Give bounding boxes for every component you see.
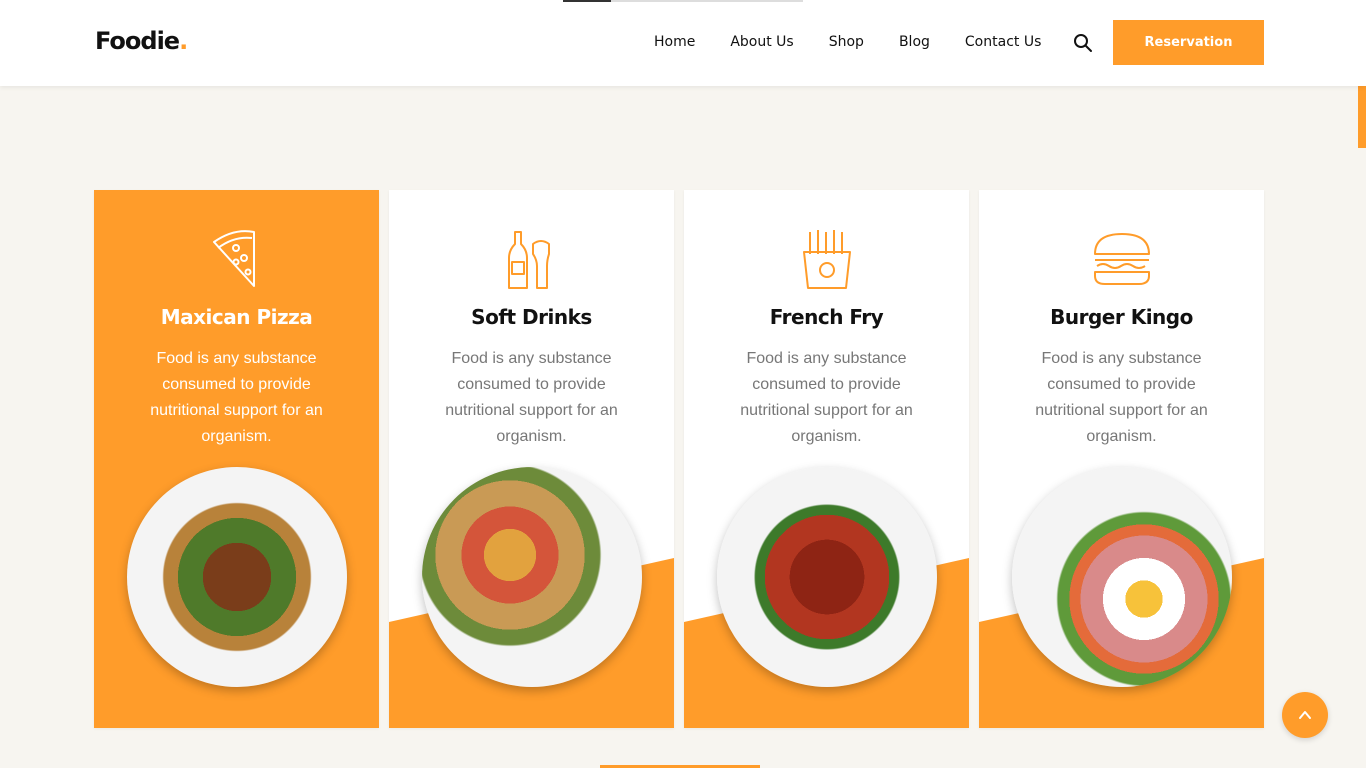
dish-image-wings: [717, 467, 937, 687]
card-title: Soft Drinks: [471, 305, 592, 329]
dish-image-breakfast: [1012, 467, 1232, 687]
main-nav: Home About Us Shop Blog Contact Us: [654, 34, 1041, 50]
menu-card-french-fry[interactable]: French Fry Food is any substance consume…: [684, 190, 969, 728]
card-title: Maxican Pizza: [160, 305, 313, 329]
menu-card-soft-drinks[interactable]: Soft Drinks Food is any substance consum…: [389, 190, 674, 728]
reservation-button[interactable]: Reservation: [1113, 20, 1264, 65]
site-header: Foodie. Home About Us Shop Blog Contact …: [0, 0, 1366, 86]
french-fry-icon: [803, 230, 851, 289]
nav-shop[interactable]: Shop: [829, 34, 864, 50]
page-progress-bar: [563, 0, 803, 2]
dish-image-platter: [422, 467, 642, 687]
card-description: Food is any substance consumed to provid…: [1035, 350, 1208, 445]
scroll-to-top-button[interactable]: [1282, 692, 1328, 738]
burger-icon: [1094, 233, 1150, 285]
nav-blog[interactable]: Blog: [899, 34, 930, 50]
logo[interactable]: Foodie.: [95, 27, 188, 55]
card-description: Food is any substance consumed to provid…: [445, 350, 618, 445]
search-icon[interactable]: [1073, 33, 1093, 53]
card-description: Food is any substance consumed to provid…: [740, 350, 913, 445]
nav-contact-us[interactable]: Contact Us: [965, 34, 1041, 50]
dish-image-steak: [127, 467, 347, 687]
nav-about-us[interactable]: About Us: [730, 34, 793, 50]
card-title: Burger Kingo: [1050, 305, 1193, 329]
pizza-icon: [213, 230, 255, 287]
card-title: French Fry: [769, 305, 884, 329]
chevron-up-icon: [1299, 711, 1311, 719]
card-description: Food is any substance consumed to provid…: [150, 350, 323, 445]
menu-card-maxican-pizza[interactable]: Maxican Pizza Food is any substance cons…: [94, 190, 379, 728]
menu-card-burger-kingo[interactable]: Burger Kingo Food is any substance consu…: [979, 190, 1264, 728]
drinks-icon: [508, 231, 550, 289]
nav-home[interactable]: Home: [654, 34, 695, 50]
